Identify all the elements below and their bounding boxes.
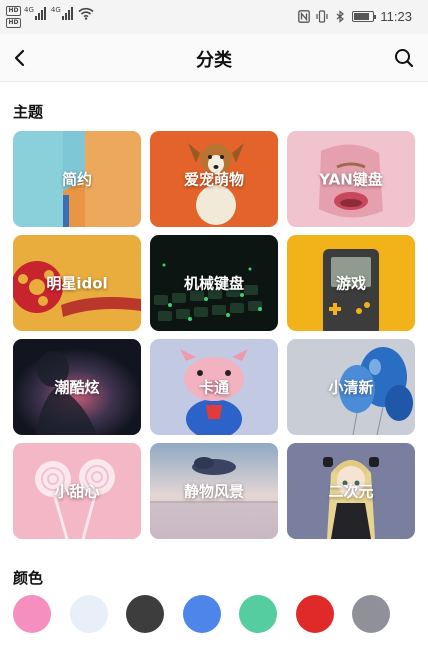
themes-section-title: 主题 [13,103,44,121]
status-time: 11:23 [380,9,412,24]
theme-tile-label: 二次元 [328,482,374,501]
color-swatch-black[interactable] [126,595,164,633]
theme-tile-label: 简约 [61,170,92,189]
theme-tile-idol[interactable]: 明星idol [13,235,141,331]
theme-tile-cartoon[interactable]: 卡通 [150,339,278,435]
bluetooth-icon [337,10,345,23]
theme-tile-label: 潮酷炫 [54,378,100,397]
theme-tile-trendy[interactable]: 潮酷炫 [13,339,141,435]
color-swatch-gray[interactable] [352,595,390,633]
hd-badge: HD [6,6,21,16]
theme-tile-simple[interactable]: 简约 [13,131,141,227]
theme-tile-label: 爱宠萌物 [183,170,244,189]
theme-tile-label: 游戏 [335,274,366,293]
theme-tile-fresh[interactable]: 小清新 [287,339,415,435]
color-swatch-row [13,595,390,633]
color-swatch-red[interactable] [295,595,334,633]
theme-grid: 简约 爱宠萌物 YAN键盘 明星idol 机械键盘 游戏 潮酷炫 卡通 小清新 … [13,131,415,539]
wifi-icon [78,7,94,20]
signal-icon: 4G [24,6,46,20]
nfc-icon [298,10,311,23]
title-bar: 分类 [0,34,428,82]
color-swatch-blue[interactable] [182,595,221,633]
theme-tile-label: 卡通 [198,378,229,397]
theme-tile-label: 小甜心 [54,482,100,501]
vibrate-icon [316,10,329,23]
theme-tile-label: YAN键盘 [319,170,383,189]
search-icon[interactable] [392,46,416,70]
theme-tile-games[interactable]: 游戏 [287,235,415,331]
theme-tile-anime[interactable]: 二次元 [287,443,415,539]
theme-tile-sweetheart[interactable]: 小甜心 [13,443,141,539]
signal-icon: 4G [51,6,73,20]
theme-tile-still-life[interactable]: 静物风景 [150,443,278,539]
page-title: 分类 [196,50,232,71]
color-swatch-green[interactable] [239,595,277,633]
colors-section-title: 颜色 [13,569,44,587]
network-type-label: 4G [24,6,34,14]
status-left-group: HD HD 4G 4G [6,6,94,28]
theme-tile-label: 机械键盘 [183,274,244,293]
theme-tile-label: 明星idol [46,274,108,293]
color-swatch-light-blue[interactable] [69,595,108,633]
status-bar: HD HD 4G 4G 11:23 [0,0,428,34]
theme-tile-pets[interactable]: 爱宠萌物 [150,131,278,227]
theme-tile-label: 静物风景 [183,482,244,501]
theme-tile-mech-keyboard[interactable]: 机械键盘 [150,235,278,331]
battery-icon [352,11,377,22]
color-swatch-pink[interactable] [13,595,51,633]
status-right-group: 11:23 [298,9,412,24]
sim-badges: HD HD [6,6,21,28]
hd-badge: HD [6,18,21,28]
theme-tile-yan-keyboard[interactable]: YAN键盘 [287,131,415,227]
network-type-label: 4G [50,6,61,14]
theme-tile-label: 小清新 [328,378,374,397]
